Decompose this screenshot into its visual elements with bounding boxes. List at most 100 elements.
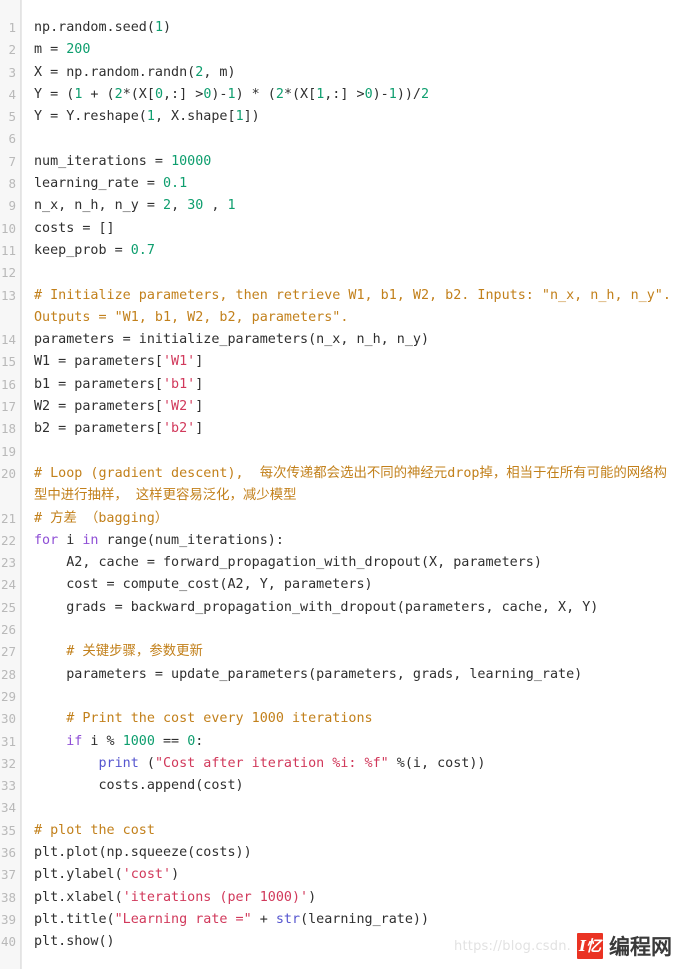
- code-line[interactable]: 28 parameters = update_parameters(parame…: [0, 664, 680, 686]
- token-num: 1: [227, 198, 236, 214]
- code-line[interactable]: 31 if i % 1000 == 0:: [0, 731, 680, 753]
- code-line[interactable]: 9 n_x, n_h, n_y = 2, 30 , 1: [0, 195, 680, 217]
- line-content[interactable]: plt.plot(np.squeeze(costs)): [21, 842, 680, 864]
- line-content[interactable]: # Print the cost every 1000 iterations: [21, 708, 680, 730]
- line-content[interactable]: Y = (1 + (2*(X[0,:] >0)-1) * (2*(X[1,:] …: [21, 84, 680, 106]
- code-line[interactable]: 14 parameters = initialize_parameters(n_x…: [0, 329, 680, 351]
- token-num: 1: [227, 86, 236, 102]
- line-content[interactable]: # 方差 （bagging）: [21, 508, 680, 530]
- line-content[interactable]: # Initialize parameters, then retrieve W…: [21, 285, 680, 330]
- line-content[interactable]: # Loop (gradient descent), 每次传递都会选出不同的神经…: [21, 463, 680, 508]
- token-com: # 方差 （bagging）: [34, 510, 169, 526]
- code-line[interactable]: 32 print ("Cost after iteration %i: %f" …: [0, 753, 680, 775]
- line-content[interactable]: W2 = parameters['W2']: [21, 396, 680, 418]
- token-plain: Y = (: [34, 86, 75, 102]
- line-content[interactable]: b2 = parameters['b2']: [21, 418, 680, 440]
- code-line[interactable]: 30 # Print the cost every 1000 iteration…: [0, 708, 680, 730]
- token-plain: i: [58, 532, 83, 548]
- code-line[interactable]: 33 costs.append(cost): [0, 775, 680, 797]
- line-content[interactable]: for i in range(num_iterations):: [21, 530, 680, 552]
- code-line[interactable]: 37 plt.ylabel('cost'): [0, 864, 680, 886]
- line-content[interactable]: X = np.random.randn(2, m): [21, 62, 680, 84]
- line-content[interactable]: cost = compute_cost(A2, Y, parameters): [21, 574, 680, 596]
- token-num: 1: [146, 109, 155, 125]
- code-line[interactable]: 39 plt.title("Learning rate =" + str(lear…: [0, 909, 680, 931]
- token-plain: num_iterations =: [34, 153, 172, 169]
- line-number: 31: [0, 733, 16, 749]
- code-line[interactable]: 2 m = 200: [0, 39, 680, 61]
- line-content[interactable]: costs = []: [21, 218, 680, 240]
- line-content[interactable]: b1 = parameters['b1']: [21, 374, 680, 396]
- code-line[interactable]: 29: [0, 686, 680, 708]
- line-content[interactable]: plt.xlabel('iterations (per 1000)'): [21, 887, 680, 909]
- code-line[interactable]: 23 A2, cache = forward_propagation_with_…: [0, 552, 680, 574]
- line-content[interactable]: plt.title("Learning rate =" + str(learni…: [21, 909, 680, 931]
- line-content[interactable]: learning_rate = 0.1: [21, 173, 680, 195]
- code-viewer[interactable]: 1 np.random.seed(1) 2 m = 200 3 X = np.random…: [0, 0, 680, 969]
- code-line[interactable]: 8 learning_rate = 0.1: [0, 173, 680, 195]
- line-content[interactable]: plt.ylabel('cost'): [21, 864, 680, 886]
- line-content[interactable]: parameters = initialize_parameters(n_x, …: [21, 329, 680, 351]
- line-content[interactable]: np.random.seed(1): [21, 17, 680, 39]
- code-line[interactable]: 34: [0, 797, 680, 819]
- token-str: 'iterations (per 1000)': [122, 889, 309, 905]
- code-line[interactable]: 1 np.random.seed(1): [0, 17, 680, 39]
- code-line[interactable]: 16 b1 = parameters['b1']: [0, 374, 680, 396]
- line-content[interactable]: A2, cache = forward_propagation_with_dro…: [21, 552, 680, 574]
- code-line[interactable]: 10 costs = []: [0, 218, 680, 240]
- code-line[interactable]: 12: [0, 262, 680, 284]
- code-line[interactable]: 25 grads = backward_propagation_with_dro…: [0, 597, 680, 619]
- line-number: 18: [0, 421, 16, 437]
- token-plain: A2, cache = forward_propagation_with_dro…: [34, 555, 542, 571]
- code-line[interactable]: 21 # 方差 （bagging）: [0, 508, 680, 530]
- code-line[interactable]: 3 X = np.random.randn(2, m): [0, 62, 680, 84]
- code-line[interactable]: 4Y = (1 + (2*(X[0,:] >0)-1) * (2*(X[1,:]…: [0, 84, 680, 106]
- line-content[interactable]: [21, 686, 680, 708]
- code-line[interactable]: 19: [0, 441, 680, 463]
- line-content[interactable]: n_x, n_h, n_y = 2, 30 , 1: [21, 195, 680, 217]
- line-content[interactable]: # 关键步骤，参数更新: [21, 641, 680, 663]
- code-line-list: 1 np.random.seed(1) 2 m = 200 3 X = np.random…: [0, 17, 680, 953]
- code-line[interactable]: 18 b2 = parameters['b2']: [0, 418, 680, 440]
- line-content[interactable]: [21, 262, 680, 284]
- line-content[interactable]: W1 = parameters['W1']: [21, 351, 680, 373]
- code-line[interactable]: 7 num_iterations = 10000: [0, 151, 680, 173]
- code-line[interactable]: 22 for i in range(num_iterations):: [0, 530, 680, 552]
- code-line[interactable]: 15 W1 = parameters['W1']: [0, 351, 680, 373]
- token-num: 2: [163, 198, 172, 214]
- line-content[interactable]: # plot the cost: [21, 820, 680, 842]
- line-content[interactable]: keep_prob = 0.7: [21, 240, 680, 262]
- code-line[interactable]: 36 plt.plot(np.squeeze(costs)): [0, 842, 680, 864]
- line-content[interactable]: costs.append(cost): [21, 775, 680, 797]
- token-num: 2: [275, 86, 284, 102]
- token-num: 1000: [122, 733, 155, 749]
- line-content[interactable]: grads = backward_propagation_with_dropou…: [21, 597, 680, 619]
- code-line[interactable]: 6: [0, 128, 680, 150]
- token-plain: b1 = parameters[: [34, 376, 163, 392]
- line-content[interactable]: m = 200: [21, 39, 680, 61]
- line-content[interactable]: parameters = update_parameters(parameter…: [21, 664, 680, 686]
- token-num: 1: [235, 109, 244, 125]
- line-content[interactable]: Y = Y.reshape(1, X.shape[1]): [21, 106, 680, 128]
- code-line[interactable]: 13 # Initialize parameters, then retrieve…: [0, 285, 680, 330]
- token-plain: ): [171, 867, 180, 883]
- token-plain: ]): [243, 109, 260, 125]
- line-content[interactable]: [21, 797, 680, 819]
- code-line[interactable]: 5Y = Y.reshape(1, X.shape[1]): [0, 106, 680, 128]
- line-content[interactable]: print ("Cost after iteration %i: %f" %(i…: [21, 753, 680, 775]
- code-line[interactable]: 17 W2 = parameters['W2']: [0, 396, 680, 418]
- token-plain: keep_prob =: [34, 242, 131, 258]
- code-line[interactable]: 26: [0, 619, 680, 641]
- code-line[interactable]: 11 keep_prob = 0.7: [0, 240, 680, 262]
- line-content[interactable]: [21, 619, 680, 641]
- code-line[interactable]: 35 # plot the cost: [0, 820, 680, 842]
- line-content[interactable]: num_iterations = 10000: [21, 151, 680, 173]
- code-line[interactable]: 27 # 关键步骤，参数更新: [0, 641, 680, 663]
- code-line[interactable]: 24 cost = compute_cost(A2, Y, parameters…: [0, 574, 680, 596]
- line-content[interactable]: if i % 1000 == 0:: [21, 731, 680, 753]
- line-content[interactable]: [21, 441, 680, 463]
- token-str: 'W2': [163, 399, 196, 415]
- line-content[interactable]: [21, 128, 680, 150]
- code-line[interactable]: 38 plt.xlabel('iterations (per 1000)'): [0, 887, 680, 909]
- code-line[interactable]: 20 # Loop (gradient descent), 每次传递都会选出不同的…: [0, 463, 680, 508]
